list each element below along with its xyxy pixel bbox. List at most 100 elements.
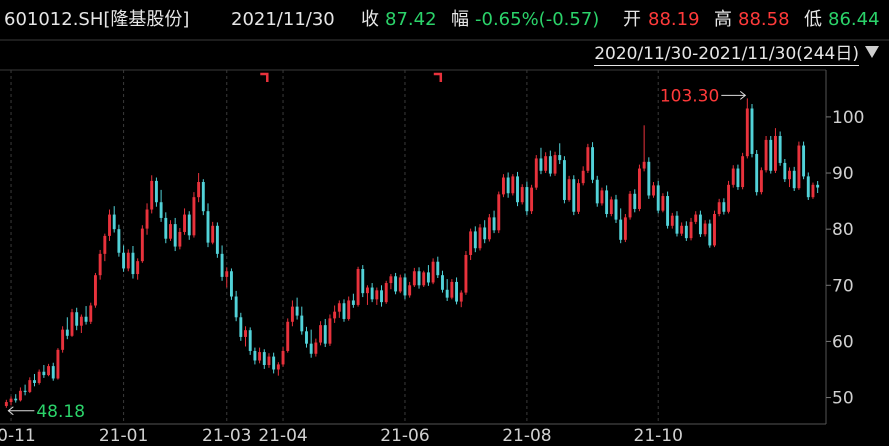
candle-body [492,217,496,231]
candle-body [713,214,716,246]
candle-body [211,225,215,243]
candle-body [459,292,463,302]
candle-body [215,225,219,254]
candle-body [37,371,41,383]
candle-body [122,252,126,269]
candle-body [328,318,332,344]
candle-body [741,156,745,188]
y-tick-label: 50 [832,389,854,409]
candle-body [553,155,557,174]
candle-body [769,139,773,171]
x-tick-label: 21-06 [380,426,429,446]
candle-body [464,254,468,293]
candle-body [9,398,13,403]
candle-body [183,214,187,232]
candle-body [703,223,707,235]
candle-body [384,283,388,303]
candle-body [764,139,768,171]
candle-body [408,285,412,296]
candle-body [248,330,252,351]
min-price-label: 48.18 [36,402,85,422]
candle-body [773,135,777,171]
candle-body [23,390,27,392]
candle-body [319,325,323,343]
candle-body [483,227,487,240]
candle-body [652,185,655,196]
candle-body [314,342,318,354]
y-tick-label: 100 [832,108,864,128]
candle-body [150,180,154,210]
candle-body [347,300,351,319]
candle-body [487,217,491,240]
candle-body [333,311,337,319]
candle-body [70,312,74,336]
candle-body [145,209,149,229]
candle-body [305,331,308,344]
candle-body [169,224,172,239]
candle-body [389,276,393,284]
candle-body [478,227,482,249]
candle-body [633,193,637,209]
candle-body [497,194,501,231]
candle-body [244,330,247,337]
candle-body [455,281,459,302]
candle-body [586,147,590,171]
candle-body [445,289,449,298]
candle-body [759,170,763,193]
x-tick-label: 21-10 [634,426,683,446]
candle-body [239,317,243,337]
y-tick-label: 80 [832,220,854,240]
candle-body [609,199,613,215]
candle-body [548,156,552,174]
candle-body [394,276,398,292]
y-tick-label: 60 [832,332,854,352]
candle-body [337,303,341,312]
candle-body [426,272,430,283]
y-tick-label: 70 [832,276,854,296]
candle-body [61,329,65,350]
candle-body [206,211,210,243]
candle-body [788,170,791,180]
candle-body [802,145,806,177]
candle-body [14,398,18,401]
x-tick-label: 21-03 [202,426,251,446]
candle-body [614,199,618,220]
candle-body [47,366,51,376]
candle-body [351,300,355,305]
candle-body [417,271,421,286]
candle-body [694,214,698,222]
candle-body [534,158,538,188]
candle-body [258,352,262,361]
candle-body [600,190,604,204]
candle-body [501,177,505,195]
max-price-label: 103.30 [660,86,719,106]
candle-body [558,155,562,161]
candle-body [131,252,135,275]
candle-body [577,183,580,212]
candle-body [201,182,205,212]
candle-body [778,135,782,163]
candle-body [436,261,440,276]
candle-body [783,162,787,180]
candle-body [89,305,93,322]
candle-body [595,179,599,204]
candle-body [792,170,796,189]
candle-body [516,176,519,203]
candle-body [755,153,759,193]
candle-body [398,277,402,292]
candle-body [642,161,646,169]
candle-body [412,271,416,286]
candle-body [51,366,55,379]
candle-body [140,228,144,262]
candle-body [661,196,665,211]
candle-body [591,147,595,180]
candle-body [56,349,60,379]
candle-body [717,202,721,215]
candle-body [403,277,407,296]
candle-body [422,272,426,286]
candle-body [342,303,346,319]
candle-body [173,224,177,247]
candle-body [93,275,97,306]
candle-body [511,176,515,194]
candle-body [18,390,22,401]
